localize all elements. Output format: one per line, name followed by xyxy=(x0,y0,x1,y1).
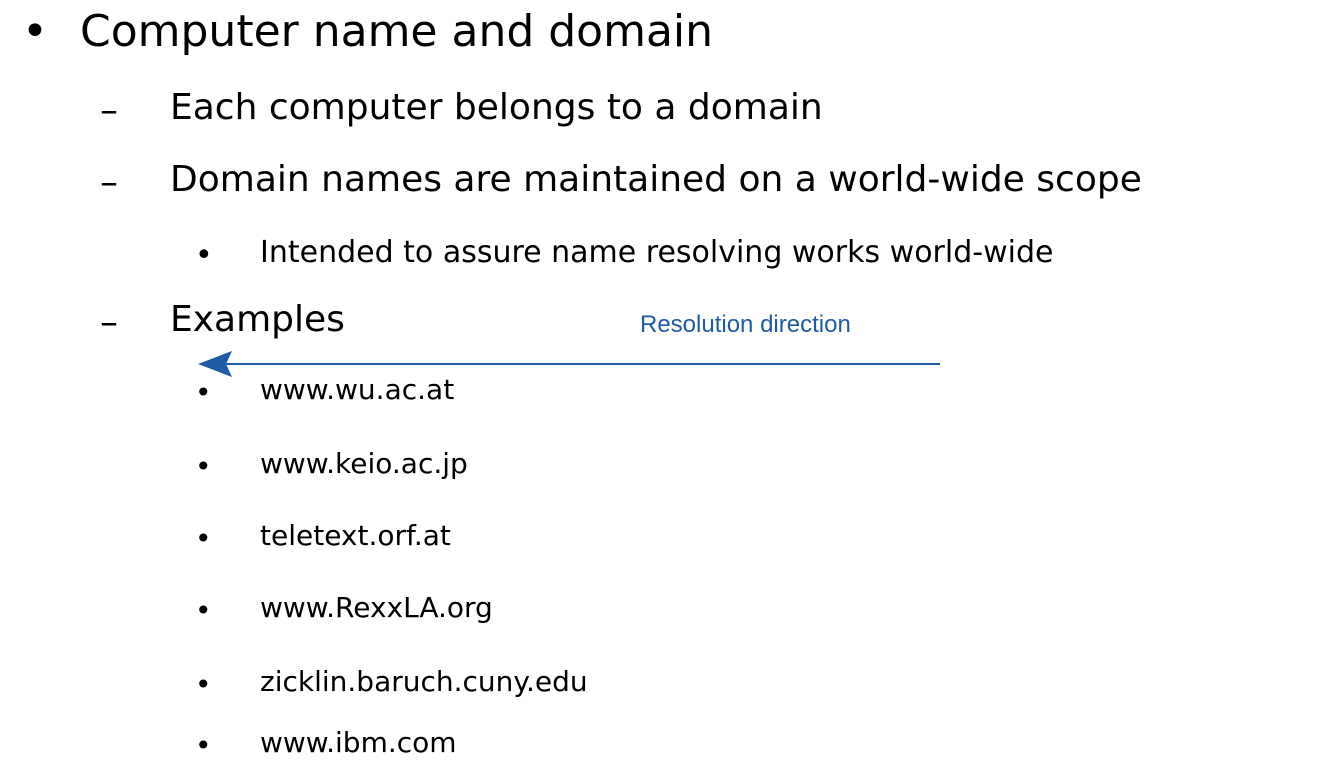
example-domain: zicklin.baruch.cuny.edu xyxy=(260,665,588,698)
example-bullet: • xyxy=(195,376,212,409)
example-bullet: • xyxy=(195,522,212,555)
example-domain: www.ibm.com xyxy=(260,726,457,759)
example-bullet: • xyxy=(195,594,212,627)
example-domain: www.wu.ac.at xyxy=(260,373,455,406)
example-domain: www.keio.ac.jp xyxy=(260,447,468,480)
example-bullet: • xyxy=(195,450,212,483)
example-domain: teletext.orf.at xyxy=(260,519,451,552)
example-bullet: • xyxy=(195,668,212,701)
example-domain: www.RexxLA.org xyxy=(260,591,493,624)
example-bullet: • xyxy=(195,729,212,762)
